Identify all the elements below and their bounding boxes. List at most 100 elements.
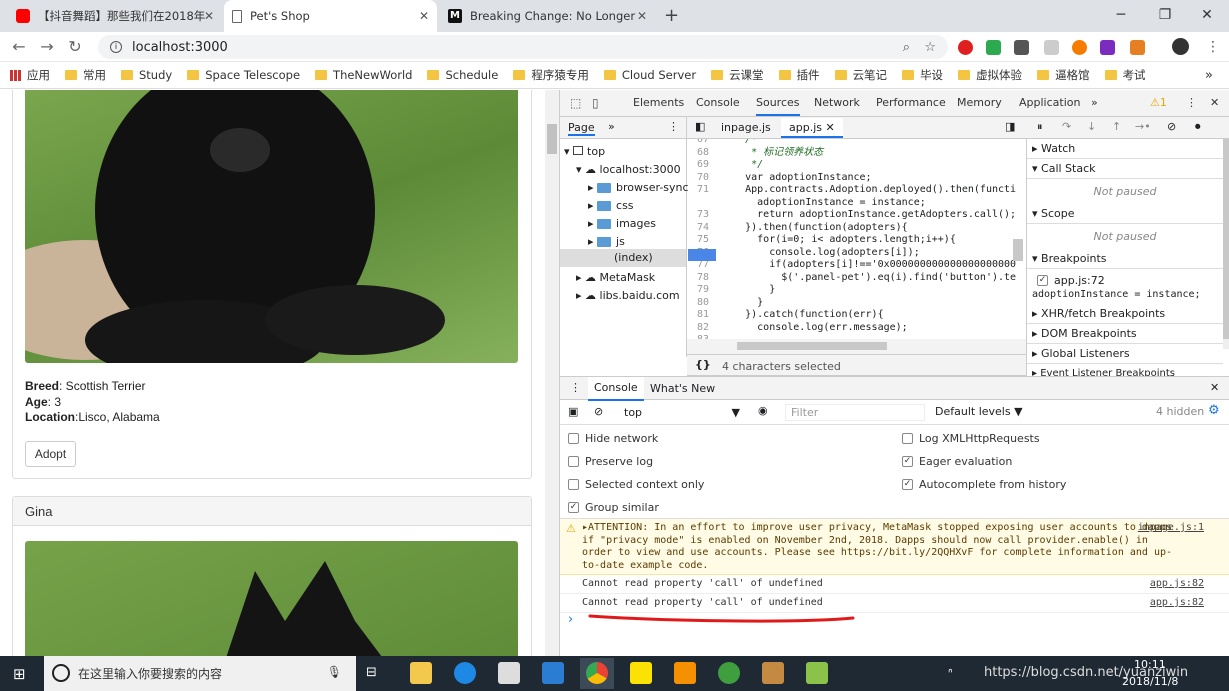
eye-icon[interactable]: ◉	[758, 404, 768, 417]
bookmark-item[interactable]: 程序猿专用	[513, 67, 589, 83]
scope-section[interactable]: ▾ Scope	[1027, 204, 1223, 224]
bookmark-item[interactable]: Space Telescope	[187, 68, 300, 82]
people-icon[interactable]: ᐢ	[948, 666, 953, 680]
more-tabs-icon[interactable]: »	[1091, 90, 1098, 116]
checkbox[interactable]: ✓	[902, 479, 913, 490]
tab-page[interactable]: Page	[568, 121, 595, 136]
checkbox[interactable]	[568, 433, 579, 444]
step-icon[interactable]: →•	[1135, 120, 1151, 133]
chrome-active-slot[interactable]	[580, 658, 614, 689]
breakpoint-marker[interactable]	[688, 249, 716, 261]
close-icon[interactable]: ✕	[204, 9, 214, 23]
watch-section[interactable]: ▸ Watch	[1027, 139, 1223, 159]
tree-item-folder[interactable]: ▸ browser-sync	[588, 181, 689, 194]
editor-tab-inpage[interactable]: inpage.js	[721, 121, 771, 134]
opera-icon[interactable]	[958, 40, 973, 55]
dom-breakpoints-section[interactable]: ▸ DOM Breakpoints	[1027, 324, 1223, 344]
close-icon[interactable]: ✕	[1210, 381, 1219, 394]
scroll-thumb[interactable]	[547, 124, 557, 154]
close-icon[interactable]: ✕	[826, 121, 835, 134]
step-into-icon[interactable]: ↓	[1087, 120, 1096, 133]
pause-on-exceptions-icon[interactable]: ⏺	[1195, 120, 1201, 134]
tab-medium[interactable]: M Breaking Change: No Longer ✕	[440, 0, 655, 32]
tab-application[interactable]: Application	[1019, 90, 1080, 116]
app-icon[interactable]	[498, 662, 520, 684]
reload-icon[interactable]: ↻	[64, 37, 86, 57]
log-xhr-option[interactable]: Log XMLHttpRequests	[902, 432, 1040, 445]
line-number[interactable]: 68	[687, 147, 709, 160]
checkbox[interactable]	[902, 433, 913, 444]
line-number[interactable]: 79	[687, 284, 709, 297]
checkbox[interactable]: ✓	[1037, 275, 1048, 286]
checkbox[interactable]: ✓	[568, 502, 579, 513]
autocomplete-option[interactable]: ✓ Autocomplete from history	[902, 478, 1066, 491]
editor-scroll-thumb[interactable]	[1013, 239, 1023, 261]
clock-time[interactable]: 10:11	[1134, 658, 1166, 671]
line-number[interactable]: 69	[687, 159, 709, 172]
clear-console-icon[interactable]: ⊘	[594, 405, 603, 418]
checkbox[interactable]	[568, 456, 579, 467]
device-icon[interactable]: ▯	[592, 96, 599, 110]
bookmark-item[interactable]: Study	[121, 68, 172, 82]
extension-icon[interactable]	[1072, 40, 1087, 55]
bookmark-item[interactable]: 云课堂	[711, 67, 764, 83]
drawer-tab-console[interactable]: Console	[588, 377, 644, 401]
bookmark-item[interactable]: 虚拟体验	[958, 67, 1022, 83]
edge-icon[interactable]	[454, 662, 476, 684]
menu-icon[interactable]: ⋮	[668, 120, 679, 133]
checkbox[interactable]: ✓	[902, 456, 913, 467]
page-scrollbar[interactable]	[545, 90, 559, 656]
tab-memory[interactable]: Memory	[957, 90, 1002, 116]
tab-pets-shop[interactable]: Pet's Shop ✕	[224, 0, 437, 32]
line-number[interactable]: 75	[687, 234, 709, 247]
tab-elements[interactable]: Elements	[633, 90, 684, 116]
task-view-icon[interactable]: ⊟	[366, 665, 377, 680]
forward-icon[interactable]: →	[36, 37, 58, 57]
menu-icon[interactable]: ⋮	[1206, 39, 1220, 55]
app-icon[interactable]	[718, 662, 740, 684]
bookmark-item[interactable]: Cloud Server	[603, 68, 696, 82]
tree-item-index[interactable]: (index)	[560, 249, 686, 267]
drawer-tab-whatsnew[interactable]: What's New	[650, 382, 715, 395]
bookmark-item[interactable]: TheNewWorld	[315, 68, 412, 82]
eager-eval-option[interactable]: ✓ Eager evaluation	[902, 455, 1012, 468]
toggle-navigator-icon[interactable]: ◧	[695, 120, 705, 133]
step-out-icon[interactable]: ↑	[1112, 120, 1121, 133]
tree-item-origin[interactable]: ▾ ☁ localhost:3000	[576, 163, 681, 176]
adopt-button[interactable]: Adopt	[25, 441, 76, 467]
hide-network-option[interactable]: Hide network	[568, 432, 658, 445]
menu-icon[interactable]: ⋮	[1186, 90, 1197, 116]
more-tabs-icon[interactable]: »	[608, 120, 615, 133]
sidebar-scrollbar[interactable]	[1223, 139, 1229, 349]
line-number[interactable]: 78	[687, 272, 709, 285]
warning-icon[interactable]: ⚠1	[1150, 90, 1167, 116]
tab-douyin[interactable]: 【抖音舞蹈】那些我们在2018年 ✕	[8, 0, 222, 32]
restore-icon[interactable]: ❐	[1143, 0, 1187, 30]
line-number[interactable]: 74	[687, 222, 709, 235]
filter-input[interactable]: Filter	[785, 404, 925, 421]
line-number[interactable]: 80	[687, 297, 709, 310]
bookmark-item[interactable]: 毕设	[902, 67, 943, 83]
line-number[interactable]: 81	[687, 309, 709, 322]
close-icon[interactable]: ✕	[419, 9, 429, 23]
hscroll-thumb[interactable]	[737, 342, 887, 350]
tab-network[interactable]: Network	[814, 90, 860, 116]
tab-performance[interactable]: Performance	[876, 90, 946, 116]
tree-item-metamask[interactable]: ▸ ☁ MetaMask	[576, 271, 655, 284]
tree-item-folder[interactable]: ▸ js	[588, 235, 625, 248]
tree-item-folder[interactable]: ▸ css	[588, 199, 634, 212]
drawer-menu-icon[interactable]: ⋮	[570, 381, 581, 394]
console-prompt[interactable]: ›	[568, 612, 573, 627]
selected-context-option[interactable]: Selected context only	[568, 478, 704, 491]
address-bar[interactable]: i localhost:3000 ⌕ ☆	[98, 35, 948, 59]
xhr-breakpoints-section[interactable]: ▸ XHR/fetch Breakpoints	[1027, 304, 1223, 324]
line-number[interactable]: 82	[687, 322, 709, 335]
extension-icon[interactable]	[1044, 40, 1059, 55]
file-explorer-icon[interactable]	[410, 662, 432, 684]
editor-hscroll[interactable]	[687, 339, 1027, 354]
line-number[interactable]: 70	[687, 172, 709, 185]
checkbox[interactable]	[568, 479, 579, 490]
global-listeners-section[interactable]: ▸ Global Listeners	[1027, 344, 1223, 364]
callstack-section[interactable]: ▾ Call Stack	[1027, 159, 1223, 179]
info-icon[interactable]: i	[110, 41, 122, 53]
